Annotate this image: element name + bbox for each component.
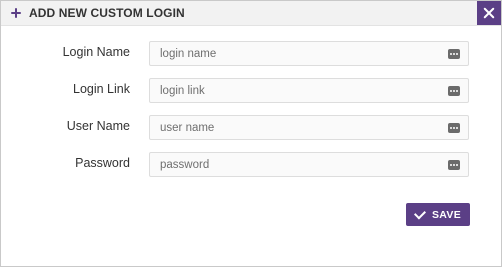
close-button[interactable]	[477, 1, 501, 25]
login-name-row: Login Name	[1, 41, 501, 67]
login-name-input[interactable]	[150, 42, 440, 65]
add-custom-login-dialog: ADD NEW CUSTOM LOGIN Login Name Login Li…	[0, 0, 502, 267]
close-icon	[483, 7, 495, 19]
login-name-field	[149, 41, 469, 66]
login-link-field	[149, 78, 469, 103]
login-link-input[interactable]	[150, 79, 440, 102]
dialog-header: ADD NEW CUSTOM LOGIN	[1, 1, 501, 26]
check-icon	[413, 207, 426, 220]
login-link-row: Login Link	[1, 78, 501, 104]
password-field	[149, 152, 469, 177]
save-button[interactable]: SAVE	[406, 203, 470, 226]
dots-icon[interactable]	[448, 123, 460, 133]
login-name-label: Login Name	[62, 45, 130, 59]
dialog-title: ADD NEW CUSTOM LOGIN	[29, 6, 185, 20]
user-name-input[interactable]	[150, 116, 440, 139]
dots-icon[interactable]	[448, 49, 460, 59]
login-link-label: Login Link	[73, 82, 130, 96]
dots-icon[interactable]	[448, 160, 460, 170]
password-row: Password	[1, 152, 501, 178]
password-input[interactable]	[150, 153, 440, 176]
password-label: Password	[75, 156, 130, 170]
user-name-label: User Name	[66, 119, 130, 133]
user-name-field	[149, 115, 469, 140]
plus-icon	[11, 8, 21, 18]
user-name-row: User Name	[1, 115, 501, 141]
save-label: SAVE	[431, 208, 461, 221]
dots-icon[interactable]	[448, 86, 460, 96]
